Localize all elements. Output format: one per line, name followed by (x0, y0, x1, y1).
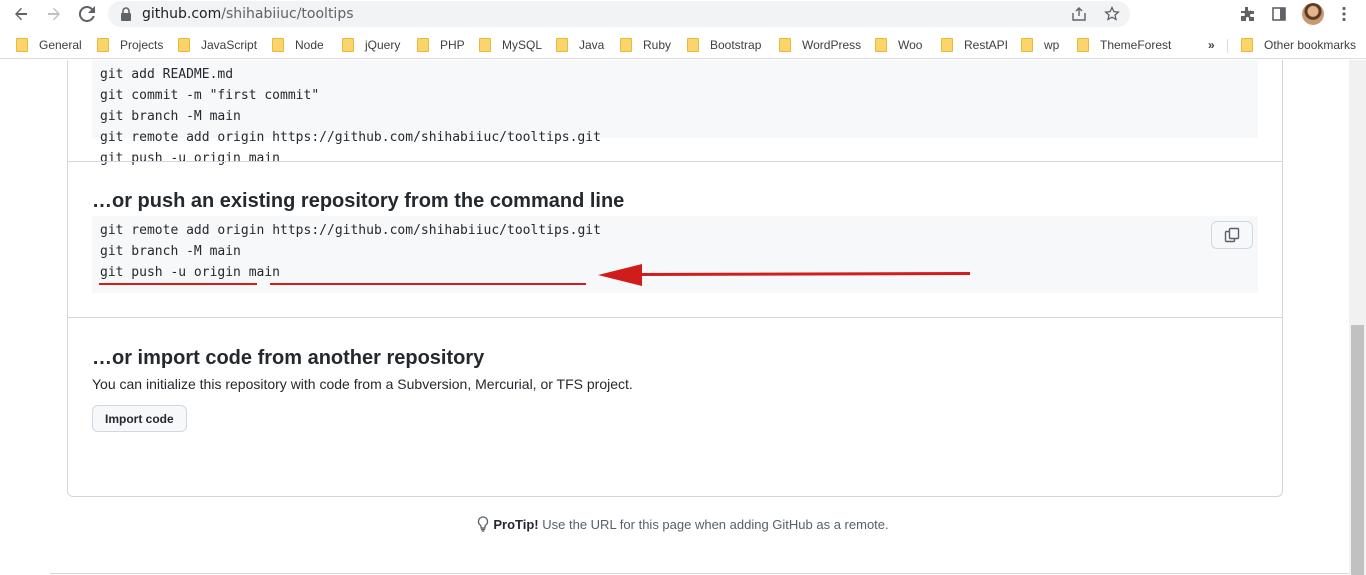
folder-icon (620, 38, 632, 52)
address-bar[interactable]: github.com/shihabiiuc/tooltips (108, 1, 1130, 27)
import-section-title: …or import code from another repository (92, 347, 485, 369)
bookmarks-overflow-icon[interactable]: » (1208, 38, 1215, 52)
copy-button[interactable] (1211, 221, 1253, 249)
bookmark-label: RestAPI (964, 38, 1009, 52)
import-code-button[interactable]: Import code (92, 405, 187, 432)
create-repo-code: git add README.md git commit -m "first c… (92, 60, 1258, 166)
code-line: git branch -M main (100, 244, 241, 259)
bookmark-label: wp (1044, 38, 1060, 52)
protip: ProTip! Use the URL for this page when a… (0, 516, 1366, 532)
scrollbar-thumb[interactable] (1351, 325, 1364, 575)
folder-icon (97, 38, 109, 52)
folder-icon (1241, 38, 1253, 52)
bookmark-label: Bootstrap (710, 38, 762, 52)
push-section-title: …or push an existing repository from the… (92, 190, 625, 212)
footer-divider (50, 573, 1349, 574)
section-divider (68, 161, 1282, 162)
folder-icon (342, 38, 354, 52)
code-line: git commit -m "first commit" (100, 88, 320, 103)
bookmark-wp[interactable]: wp (1021, 37, 1059, 53)
folder-icon (875, 38, 887, 52)
bookmark-woo[interactable]: Woo (875, 37, 922, 53)
code-line: git add README.md (100, 67, 234, 82)
bookmark-javascript[interactable]: JavaScript (178, 37, 257, 53)
bookmark-label: Ruby (643, 38, 672, 52)
folder-icon (941, 38, 953, 52)
reload-icon[interactable] (76, 3, 98, 25)
protip-label: ProTip! (493, 517, 539, 532)
bookmark-projects[interactable]: Projects (97, 37, 163, 53)
protip-text: Use the URL for this page when adding Gi… (538, 517, 889, 532)
lock-icon[interactable] (120, 7, 132, 26)
bookmark-node[interactable]: Node (272, 37, 324, 53)
bookmark-label: WordPress (802, 38, 862, 52)
bookmark-php[interactable]: PHP (417, 37, 465, 53)
sidepanel-icon[interactable] (1268, 3, 1290, 25)
bookmark-restapi[interactable]: RestAPI (941, 37, 1008, 53)
code-line: git remote add origin https://github.com… (100, 130, 601, 145)
bookmark-ruby[interactable]: Ruby (620, 37, 671, 53)
bookmark-label: Java (579, 38, 605, 52)
folder-icon (417, 38, 429, 52)
bookmark-wordpress[interactable]: WordPress (779, 37, 861, 53)
section-divider (68, 317, 1282, 318)
folder-icon (1021, 38, 1033, 52)
extensions-icon[interactable] (1236, 3, 1258, 25)
bookmark-bootstrap[interactable]: Bootstrap (687, 37, 761, 53)
bookmark-other[interactable]: Other bookmarks (1241, 37, 1356, 53)
url-text: github.com/shihabiiuc/tooltips (142, 6, 354, 22)
copy-icon (1224, 227, 1240, 243)
bookmark-label: General (39, 38, 82, 52)
bookmark-label: Projects (120, 38, 164, 52)
forward-icon[interactable] (43, 3, 65, 25)
bookmarks-separator (1227, 39, 1228, 53)
avatar[interactable] (1302, 3, 1324, 25)
page-viewport: git add README.md git commit -m "first c… (0, 60, 1366, 575)
folder-icon (1077, 38, 1089, 52)
bookmark-themeforest[interactable]: ThemeForest (1077, 37, 1171, 53)
folder-icon (178, 38, 190, 52)
back-icon[interactable] (10, 3, 32, 25)
repository-url[interactable]: https://github.com/shihabiiuc/tooltips.g… (272, 223, 601, 238)
bookmark-label: ThemeForest (1100, 38, 1172, 52)
code-line: git push -u origin main (100, 151, 281, 166)
folder-icon (272, 38, 284, 52)
folder-icon (556, 38, 568, 52)
bookmark-label: JavaScript (201, 38, 258, 52)
bookmark-mysql[interactable]: MySQL (479, 37, 542, 53)
browser-toolbar: github.com/shihabiiuc/tooltips (0, 0, 1366, 29)
folder-icon (779, 38, 791, 52)
bookmark-label: Other bookmarks (1264, 38, 1357, 52)
bookmark-label: Woo (898, 38, 923, 52)
import-description: You can initialize this repository with … (92, 376, 633, 392)
bookmark-java[interactable]: Java (556, 37, 604, 53)
bookmarks-bar: General Projects JavaScript Node jQuery … (0, 31, 1366, 59)
bookmark-label: MySQL (502, 38, 543, 52)
lightbulb-icon (478, 516, 489, 532)
folder-icon (16, 38, 28, 52)
code-line: git remote add origin https://github.com… (100, 220, 1258, 241)
bookmark-label: PHP (440, 38, 465, 52)
annotation-underline-url (270, 283, 586, 285)
bookmark-general[interactable]: General (16, 37, 82, 53)
code-line: git branch -M main (100, 109, 241, 124)
bookmark-label: Node (295, 38, 324, 52)
page-scrollbar[interactable] (1349, 60, 1366, 575)
folder-icon (479, 38, 491, 52)
annotation-arrow (598, 264, 971, 286)
bookmark-jquery[interactable]: jQuery (342, 37, 400, 53)
folder-icon (687, 38, 699, 52)
annotation-underline-command (99, 283, 257, 285)
bookmark-label: jQuery (365, 38, 401, 52)
share-icon[interactable] (1070, 5, 1088, 23)
star-icon[interactable] (1103, 5, 1121, 23)
menu-icon[interactable] (1333, 3, 1355, 25)
remote-add-command: git remote add origin (100, 223, 265, 238)
